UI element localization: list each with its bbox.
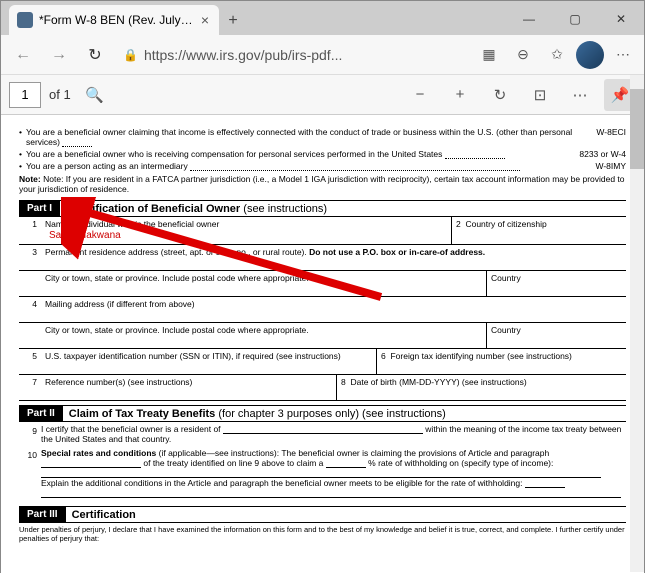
close-tab-icon[interactable]: × xyxy=(199,12,211,28)
page-number-input[interactable] xyxy=(9,82,41,108)
scrollbar-thumb[interactable] xyxy=(630,89,644,169)
address-bar: ← → ↻ 🔒 https://www.irs.gov/pub/irs-pdf.… xyxy=(1,35,644,75)
zoom-out-button[interactable]: − xyxy=(404,79,436,111)
qr-icon[interactable]: ▦ xyxy=(474,40,504,70)
url-field[interactable]: 🔒 https://www.irs.gov/pub/irs-pdf... xyxy=(115,47,470,63)
more-icon[interactable]: ⋯ xyxy=(608,40,638,70)
bullet-row: You are a person acting as an intermedia… xyxy=(19,161,626,171)
cert-text: Under penalties of perjury, I declare th… xyxy=(19,525,626,543)
profile-avatar[interactable] xyxy=(576,41,604,69)
zoom-in-button[interactable]: + xyxy=(444,79,476,111)
field-1-2: 1 Name of individual who is the benefici… xyxy=(19,217,626,245)
close-window-button[interactable]: ✕ xyxy=(598,3,644,35)
part1-header: Part I Identification of Beneficial Owne… xyxy=(19,200,626,217)
line-9: 9 I certify that the beneficial owner is… xyxy=(19,422,626,446)
bullet-row: You are a beneficial owner who is receiv… xyxy=(19,149,626,159)
browser-tab[interactable]: *Form W-8 BEN (Rev. July 2017) × xyxy=(9,5,219,35)
lock-icon: 🔒 xyxy=(123,48,138,62)
pdf-more-icon[interactable]: ⋯ xyxy=(564,79,596,111)
forward-button: → xyxy=(43,39,75,71)
page-count: of 1 xyxy=(49,87,71,102)
pdf-toolbar: of 1 🔍 − + ↻ ⊡ ⋯ 📌 xyxy=(1,75,644,115)
line-10: 10 Special rates and conditions (if appl… xyxy=(19,446,626,500)
note-text: Note: Note: If you are resident in a FAT… xyxy=(19,174,626,194)
favicon-icon xyxy=(17,12,33,28)
vertical-scrollbar[interactable] xyxy=(630,75,644,572)
field-3b: City or town, state or province. Include… xyxy=(19,271,626,297)
minimize-button[interactable]: — xyxy=(506,3,552,35)
field-3: 3 Permanent residence address (street, a… xyxy=(19,245,626,271)
pdf-document[interactable]: You are a beneficial owner claiming that… xyxy=(1,115,644,574)
tab-title: *Form W-8 BEN (Rev. July 2017) xyxy=(39,13,193,27)
part3-header: Part III Certification xyxy=(19,506,626,523)
bullet-row: You are a beneficial owner claiming that… xyxy=(19,127,626,147)
zoom-out-icon[interactable]: ⊖ xyxy=(508,40,538,70)
field-5-6: 5 U.S. taxpayer identification number (S… xyxy=(19,349,626,375)
rotate-icon[interactable]: ↻ xyxy=(484,79,516,111)
field-4b: City or town, state or province. Include… xyxy=(19,323,626,349)
field-4: 4 Mailing address (if different from abo… xyxy=(19,297,626,323)
new-tab-button[interactable]: + xyxy=(219,7,247,35)
maximize-button[interactable]: ▢ xyxy=(552,3,598,35)
favorites-icon[interactable]: ✩ xyxy=(542,40,572,70)
search-icon[interactable]: 🔍 xyxy=(79,79,111,111)
url-text: https://www.irs.gov/pub/irs-pdf... xyxy=(144,47,342,63)
field-7-8: 7 Reference number(s) (see instructions)… xyxy=(19,375,626,401)
refresh-button[interactable]: ↻ xyxy=(79,39,111,71)
part2-header: Part II Claim of Tax Treaty Benefits (fo… xyxy=(19,405,626,422)
name-value[interactable]: Samir Makwana xyxy=(45,229,447,242)
fit-icon[interactable]: ⊡ xyxy=(524,79,556,111)
back-button[interactable]: ← xyxy=(7,39,39,71)
titlebar: *Form W-8 BEN (Rev. July 2017) × + — ▢ ✕ xyxy=(1,1,644,35)
